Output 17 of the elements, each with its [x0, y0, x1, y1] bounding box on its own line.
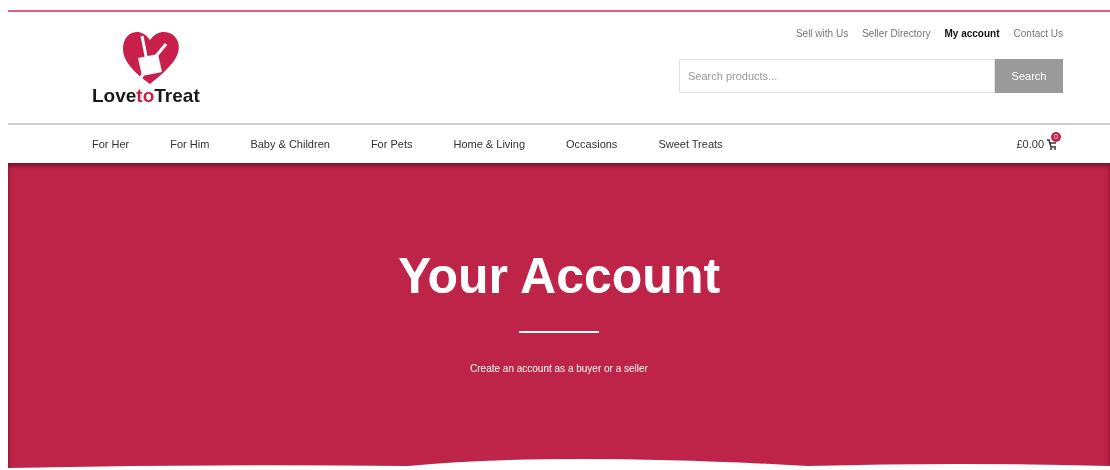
top-link[interactable]: Sell with Us — [795, 26, 849, 41]
nav-link[interactable]: For Pets — [370, 135, 413, 153]
nav-link[interactable]: For Her — [92, 135, 130, 153]
cart-total[interactable]: £0.00 — [1016, 135, 1044, 153]
nav-link[interactable]: Baby & Children — [250, 135, 330, 153]
nav-link[interactable]: For Him — [170, 135, 210, 153]
logo-text[interactable]: LovetoTreat — [92, 86, 200, 105]
hero-title: Your Account — [397, 251, 721, 301]
nav-link[interactable]: Occasions — [566, 135, 618, 153]
nav-link[interactable]: Sweet Treats — [658, 135, 723, 153]
hero-subtitle: Create an account as a buyer or a seller — [470, 362, 648, 376]
nav-link[interactable]: Home & Living — [453, 135, 525, 153]
search-field[interactable]: Search products... — [679, 59, 995, 93]
top-link[interactable]: My account — [944, 26, 1000, 41]
top-link[interactable]: Contact Us — [1013, 26, 1063, 41]
top-link[interactable]: Seller Directory — [862, 26, 931, 41]
cart-icon[interactable] — [1046, 137, 1058, 151]
